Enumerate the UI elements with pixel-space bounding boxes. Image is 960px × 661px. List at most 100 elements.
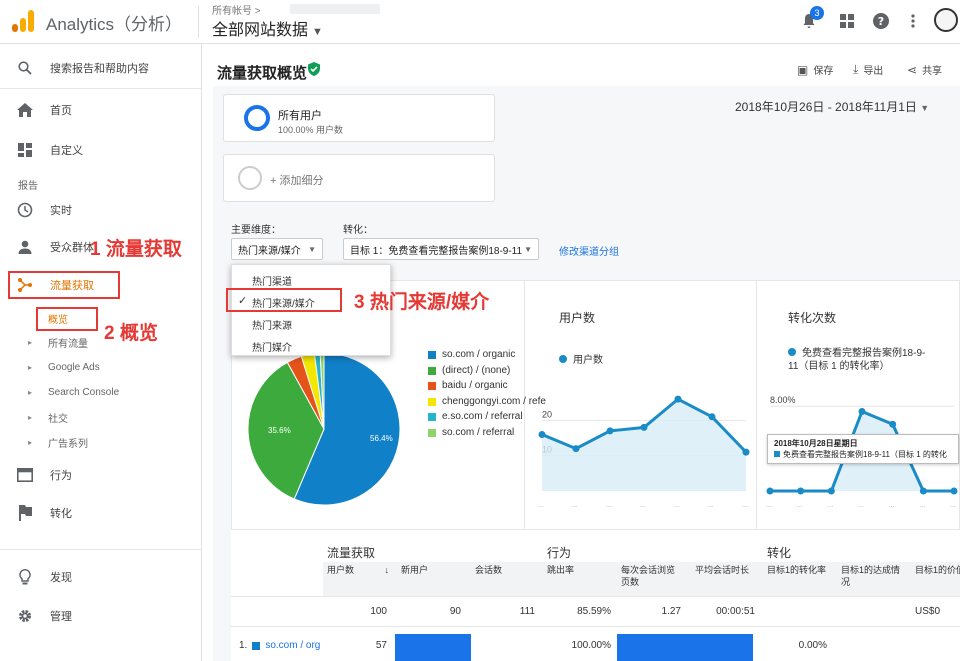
dashboard-icon (16, 141, 34, 159)
annotation-label-3: 3 热门来源/媒介 (354, 292, 490, 313)
legend-item[interactable]: e.so.com / referral (428, 411, 523, 422)
primary-dimension-select[interactable]: 热门来源/媒介 ▼ (231, 238, 323, 260)
add-segment-label: + 添加细分 (270, 175, 324, 187)
notifications-button[interactable]: 3 (798, 6, 824, 32)
verified-shield-icon (308, 62, 320, 76)
x-tick-label: ... (640, 502, 646, 509)
column-header-goal1-conv-rate[interactable]: 目标1的转化率 (767, 564, 829, 576)
sidebar-item-all-traffic[interactable]: ▸ 所有流量 (28, 332, 88, 352)
data-point (640, 423, 648, 431)
legend-item[interactable]: chenggongyi.com / refe (428, 396, 546, 407)
total-sessions: 111 (519, 606, 535, 617)
gear-icon (16, 607, 34, 625)
annotation-box-overview (36, 307, 98, 331)
column-header-users[interactable]: 用户数 ↓ (327, 564, 389, 576)
data-point (606, 427, 614, 435)
account-breadcrumb[interactable]: 所有帐号 > (212, 2, 261, 17)
sidebar-item-social[interactable]: ▸ 社交 (28, 407, 68, 427)
legend-swatch (428, 366, 436, 375)
edit-channel-grouping-link[interactable]: 修改渠道分组 (559, 243, 619, 258)
divider (198, 6, 199, 38)
search-icon (16, 59, 34, 77)
sidebar-item-admin[interactable]: 管理 (0, 602, 202, 630)
segment-card-all-users[interactable]: 所有用户 100.00% 用户数 (223, 94, 495, 142)
column-header-sessions[interactable]: 会话数 (475, 564, 537, 576)
user-avatar[interactable] (934, 8, 958, 32)
legend-swatch (428, 412, 436, 421)
export-button[interactable]: ⤓ 导出 (853, 62, 883, 77)
chevron-down-icon: ▼ (308, 244, 316, 254)
sidebar-item-label: 广告系列 (48, 438, 88, 450)
tooltip-date: 2018年10月28日星期日 (774, 439, 858, 448)
legend-item[interactable]: (direct) / (none) (428, 365, 510, 376)
users-chart-title: 用户数 (559, 311, 596, 325)
sidebar-item-search-console[interactable]: ▸ Search Console (28, 382, 119, 402)
sidebar-item-campaigns[interactable]: ▸ 广告系列 (28, 432, 88, 452)
column-label: 用户数 (327, 565, 355, 575)
pie-chart: 56.4% 35.6% (247, 352, 401, 506)
apps-button[interactable] (836, 10, 858, 32)
add-segment-card[interactable]: + 添加细分 (223, 154, 495, 202)
chevron-down-icon: ▼ (312, 26, 323, 38)
conversion-select[interactable]: 目标 1：免费查看完整报告案例18-9-11 ▼ (343, 238, 539, 260)
column-header-new-users[interactable]: 新用户 (401, 564, 465, 576)
column-header-pages-per-session[interactable]: 每次会话浏览页数 (621, 564, 683, 588)
sidebar-item-realtime[interactable]: 实时 (0, 196, 202, 224)
segment-name: 所有用户 (278, 110, 322, 122)
legend-label: e.so.com / referral (442, 411, 523, 422)
apps-grid-icon (840, 14, 854, 28)
date-range-selector[interactable]: 2018年10月26日 - 2018年11月1日 ▼ (735, 98, 929, 115)
person-icon (16, 238, 34, 256)
legend-item[interactable]: so.com / referral (428, 427, 514, 438)
sidebar-item-behavior[interactable]: 行为 (0, 461, 202, 489)
data-point (827, 487, 835, 495)
data-point (950, 487, 958, 495)
data-point (742, 448, 750, 456)
dropdown-item-top-channels[interactable]: 热门渠道 (252, 273, 292, 288)
share-icon: ⋖ (907, 62, 918, 77)
sidebar-item-google-ads[interactable]: ▸ Google Ads (28, 357, 100, 377)
property-selector[interactable]: 全部网站数据 ▼ (212, 16, 323, 40)
table-row[interactable]: 1. so.com / org (239, 640, 320, 651)
x-tick-label: ... (742, 502, 748, 509)
dropdown-item-top-mediums[interactable]: 热门媒介 (252, 339, 292, 354)
sort-desc-icon: ↓ (384, 565, 390, 575)
row-source-link[interactable]: so.com / org (265, 640, 320, 651)
main-content: 流量获取概览 ▣ 保存 ⤓ 导出 ⋖ 共享 所有用户 100.00% 用户数 + 添加… (203, 44, 960, 661)
bounce-rate-bar (617, 634, 753, 661)
top-bar: Analytics（分析） 所有帐号 > 全部网站数据 ▼ 3 ? (0, 0, 960, 44)
sidebar-item-label: 社交 (48, 413, 68, 425)
column-header-avg-session-duration[interactable]: 平均会话时长 (695, 564, 757, 576)
legend-swatch (428, 397, 436, 406)
sidebar-search[interactable]: 搜索报告和帮助内容 (0, 54, 202, 82)
help-button[interactable]: ? (870, 10, 892, 32)
more-menu-button[interactable] (902, 10, 924, 32)
users-line-chart: 2010..................... (538, 395, 750, 509)
sidebar-item-custom[interactable]: 自定义 (0, 136, 202, 164)
primary-dimension-label: 主要维度： (231, 225, 281, 236)
sidebar-item-label: 发现 (50, 572, 72, 584)
legend-item[interactable]: baidu / organic (428, 380, 508, 391)
dropdown-item-top-sources[interactable]: 热门来源 (252, 317, 292, 332)
chart-tooltip: 2018年10月28日星期日 免费查看完整报告案例18-9-11（目标 1 的转… (767, 434, 959, 464)
column-header-bounce-rate[interactable]: 跳出率 (547, 564, 613, 576)
sidebar-item-label: 行为 (50, 470, 72, 482)
divider (756, 281, 757, 531)
legend-dot (788, 348, 796, 356)
sidebar-item-conversion[interactable]: 转化 (0, 499, 202, 527)
date-range-text: 2018年10月26日 - 2018年11月1日 (735, 100, 917, 114)
annotation-label-2: 2 概览 (104, 323, 158, 344)
save-button[interactable]: ▣ 保存 (797, 62, 833, 78)
sidebar-item-discover[interactable]: 发现 (0, 563, 202, 591)
download-icon: ⤓ (853, 62, 859, 76)
column-header-goal1-completions[interactable]: 目标1的达成情况 (841, 564, 903, 588)
empty-ring-icon (238, 166, 262, 190)
legend-item[interactable]: so.com / organic (428, 349, 515, 360)
sidebar-item-home[interactable]: 首页 (0, 96, 202, 124)
data-point (572, 445, 580, 453)
data-point (919, 487, 927, 495)
property-name: 全部网站数据 (212, 22, 309, 39)
column-header-goal1-value[interactable]: 目标1的价值 (915, 564, 960, 576)
share-button[interactable]: ⋖ 共享 (907, 62, 942, 78)
analytics-logo-icon[interactable] (10, 8, 36, 34)
